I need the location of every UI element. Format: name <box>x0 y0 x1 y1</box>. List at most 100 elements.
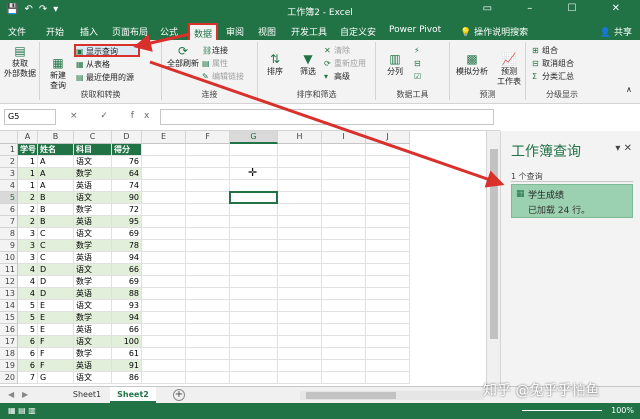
grid-cell[interactable] <box>142 360 186 372</box>
tab-tell-me[interactable]: 💡 操作说明搜索 <box>460 25 528 38</box>
grid-cell[interactable] <box>322 240 366 252</box>
table-cell[interactable]: 英语 <box>74 324 112 336</box>
row-header[interactable]: 4 <box>0 180 18 192</box>
vertical-scroll-thumb[interactable] <box>490 149 498 339</box>
grid-cell[interactable] <box>142 264 186 276</box>
grid-cell[interactable] <box>230 360 278 372</box>
table-cell[interactable]: B <box>38 204 74 216</box>
table-cell[interactable]: 英语 <box>74 288 112 300</box>
table-cell[interactable]: 5 <box>18 312 38 324</box>
table-cell[interactable]: 英语 <box>74 252 112 264</box>
table-cell[interactable]: 100 <box>112 336 142 348</box>
table-cell[interactable]: 4 <box>18 264 38 276</box>
text-to-columns-button[interactable]: ▥ 分列 <box>382 52 408 77</box>
window-controls[interactable]: ▭ – ☐ ✕ <box>483 3 636 14</box>
grid-cell[interactable] <box>366 192 410 204</box>
table-cell[interactable]: F <box>38 336 74 348</box>
refresh-all-button[interactable]: ⟳ 全部刷新 <box>164 44 202 69</box>
grid-cell[interactable] <box>142 216 186 228</box>
table-cell[interactable]: 语文 <box>74 228 112 240</box>
grid-cell[interactable] <box>322 228 366 240</box>
table-cell[interactable]: 94 <box>112 312 142 324</box>
formula-input[interactable] <box>160 109 494 125</box>
column-header-e[interactable]: E <box>142 131 186 144</box>
active-cell-g5[interactable] <box>229 191 278 204</box>
grid-cell[interactable] <box>186 144 230 156</box>
formula-icons[interactable]: × ✓ fx <box>70 111 159 121</box>
grid-cell[interactable] <box>278 300 322 312</box>
grid-cell[interactable] <box>366 348 410 360</box>
table-header-cell[interactable]: 姓名 <box>38 144 74 156</box>
prev-sheet-icon[interactable]: ◀ <box>8 390 14 399</box>
table-cell[interactable]: 4 <box>18 276 38 288</box>
row-header[interactable]: 3 <box>0 168 18 180</box>
tab-developer[interactable]: 开发工具 <box>291 25 327 38</box>
grid-cell[interactable] <box>230 288 278 300</box>
row-header[interactable]: 15 <box>0 312 18 324</box>
grid-cell[interactable] <box>278 264 322 276</box>
table-cell[interactable]: 1 <box>18 168 38 180</box>
connections-button[interactable]: ⛓连接 <box>202 45 228 56</box>
grid-cell[interactable] <box>322 168 366 180</box>
grid-cell[interactable] <box>186 216 230 228</box>
table-cell[interactable]: 3 <box>18 240 38 252</box>
grid-cell[interactable] <box>278 228 322 240</box>
table-cell[interactable]: 6 <box>18 336 38 348</box>
column-header-b[interactable]: B <box>38 131 74 144</box>
table-cell[interactable]: 数学 <box>74 204 112 216</box>
grid-cell[interactable] <box>186 312 230 324</box>
grid-cell[interactable] <box>366 360 410 372</box>
grid-cell[interactable] <box>186 252 230 264</box>
grid-cell[interactable] <box>230 300 278 312</box>
table-cell[interactable]: 数学 <box>74 312 112 324</box>
data-validation-icon[interactable]: ☑ <box>414 71 424 82</box>
row-header[interactable]: 17 <box>0 336 18 348</box>
table-cell[interactable]: 69 <box>112 276 142 288</box>
subtotal-button[interactable]: Σ 分类汇总 <box>532 71 574 82</box>
table-cell[interactable]: F <box>38 348 74 360</box>
grid-cell[interactable] <box>366 264 410 276</box>
grid-cell[interactable] <box>278 336 322 348</box>
grid-cell[interactable] <box>230 252 278 264</box>
zoom-slider[interactable] <box>522 410 602 411</box>
grid-cell[interactable] <box>322 156 366 168</box>
worksheet-grid[interactable]: A B C D E F G H I J 1 学号 姓名 科目 得分 2 1 A 语文 76 3 1 A 数学 64 4 1 A 英语 74… <box>0 131 500 386</box>
row-header[interactable]: 10 <box>0 252 18 264</box>
grid-cell[interactable] <box>322 276 366 288</box>
table-cell[interactable]: 74 <box>112 180 142 192</box>
grid-cell[interactable] <box>142 348 186 360</box>
row-header[interactable]: 8 <box>0 228 18 240</box>
table-cell[interactable]: 61 <box>112 348 142 360</box>
grid-cell[interactable] <box>278 348 322 360</box>
grid-cell[interactable] <box>278 276 322 288</box>
row-header[interactable]: 5 <box>0 192 18 204</box>
edit-links-button[interactable]: ✎ 编辑链接 <box>202 71 244 82</box>
collapse-ribbon-icon[interactable]: ∧ <box>626 84 632 95</box>
table-cell[interactable]: 5 <box>18 324 38 336</box>
row-header[interactable]: 1 <box>0 144 18 156</box>
table-cell[interactable]: 语文 <box>74 372 112 384</box>
grid-cell[interactable] <box>322 336 366 348</box>
grid-cell[interactable] <box>278 372 322 384</box>
grid-cell[interactable] <box>230 324 278 336</box>
row-header[interactable]: 20 <box>0 372 18 384</box>
grid-cell[interactable] <box>186 360 230 372</box>
table-cell[interactable]: 语文 <box>74 264 112 276</box>
pane-close-icon[interactable]: ▾ ✕ <box>615 143 632 154</box>
table-cell[interactable]: 93 <box>112 300 142 312</box>
grid-cell[interactable] <box>322 252 366 264</box>
table-cell[interactable]: 78 <box>112 240 142 252</box>
tab-home[interactable]: 开始 <box>46 25 64 38</box>
table-cell[interactable]: 2 <box>18 192 38 204</box>
tab-formulas[interactable]: 公式 <box>160 25 178 38</box>
grid-cell[interactable] <box>230 276 278 288</box>
table-header-cell[interactable]: 学号 <box>18 144 38 156</box>
table-cell[interactable]: 6 <box>18 360 38 372</box>
table-cell[interactable]: 1 <box>18 156 38 168</box>
grid-cell[interactable] <box>366 336 410 348</box>
grid-cell[interactable] <box>322 288 366 300</box>
grid-cell[interactable] <box>322 216 366 228</box>
table-cell[interactable]: D <box>38 276 74 288</box>
table-cell[interactable]: 英语 <box>74 360 112 372</box>
table-cell[interactable]: 2 <box>18 216 38 228</box>
